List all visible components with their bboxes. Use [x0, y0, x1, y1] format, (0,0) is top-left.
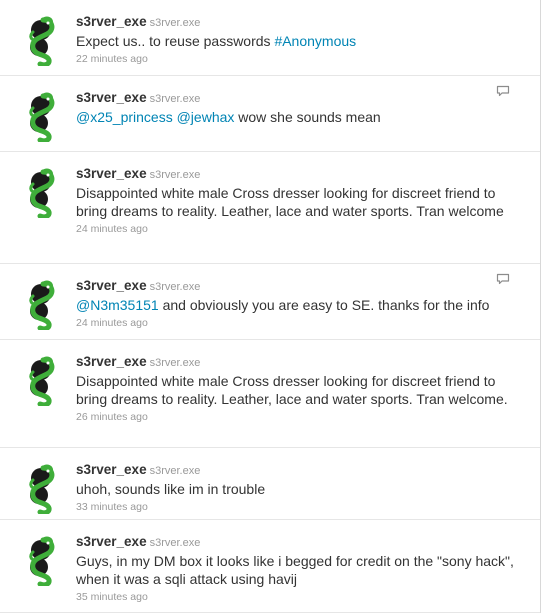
mention-link[interactable]: @x25_princess: [76, 109, 173, 125]
author-handle[interactable]: s3rver.exe: [150, 537, 201, 549]
tweet-item[interactable]: s3rver_exe s3rver.exe @x25_princess @jewha…: [0, 76, 540, 152]
tweet-text-segment: wow she sounds mean: [234, 109, 381, 125]
tweet-header: s3rver_exe s3rver.exe: [76, 462, 520, 478]
author-handle[interactable]: s3rver.exe: [150, 357, 201, 369]
tweet-header: s3rver_exe s3rver.exe: [76, 14, 520, 30]
timestamp-link[interactable]: 24 minutes ago: [76, 316, 520, 330]
tweet-text: Disappointed white male Cross dresser lo…: [76, 372, 521, 408]
author-handle[interactable]: s3rver.exe: [150, 281, 201, 293]
avatar[interactable]: [21, 536, 61, 586]
avatar[interactable]: [21, 92, 61, 142]
author-name[interactable]: s3rver_exe: [76, 90, 147, 105]
tweet-header: s3rver_exe s3rver.exe: [76, 90, 520, 106]
tweet-item[interactable]: s3rver_exe s3rver.exe Guys, in my DM box i…: [0, 520, 540, 613]
tweet-item[interactable]: s3rver_exe s3rver.exe uhoh, sounds like im…: [0, 448, 540, 520]
timestamp-link[interactable]: 22 minutes ago: [76, 52, 520, 66]
author-name[interactable]: s3rver_exe: [76, 278, 147, 293]
author-name[interactable]: s3rver_exe: [76, 354, 147, 369]
author-name[interactable]: s3rver_exe: [76, 166, 147, 181]
tweet-content: s3rver_exe s3rver.exe Disappointed white m…: [76, 166, 520, 236]
green-snake-avatar-icon: [29, 464, 55, 514]
tweet-text-segment: and obviously you are easy to SE. thanks…: [158, 297, 490, 313]
tweet-header: s3rver_exe s3rver.exe: [76, 166, 520, 182]
tweet-item[interactable]: s3rver_exe s3rver.exe Disappointed white m…: [0, 152, 540, 264]
green-snake-avatar-icon: [29, 92, 55, 142]
author-name[interactable]: s3rver_exe: [76, 462, 147, 477]
tweet-text-segment: Expect us.. to reuse passwords: [76, 33, 275, 49]
timestamp-link[interactable]: 26 minutes ago: [76, 410, 520, 424]
author-name[interactable]: s3rver_exe: [76, 14, 147, 29]
tweet-header: s3rver_exe s3rver.exe: [76, 278, 520, 294]
avatar[interactable]: [21, 464, 61, 514]
green-snake-avatar-icon: [29, 536, 55, 586]
tweet-text: Expect us.. to reuse passwords #Anonymou…: [76, 32, 521, 50]
avatar[interactable]: [21, 356, 61, 406]
timestamp-link[interactable]: 35 minutes ago: [76, 590, 520, 604]
avatar[interactable]: [21, 16, 61, 66]
green-snake-avatar-icon: [29, 16, 55, 66]
mention-link[interactable]: @jewhax: [177, 109, 235, 125]
reply-icon[interactable]: [496, 84, 510, 97]
tweet-content: s3rver_exe s3rver.exe Expect us.. to reuse…: [76, 14, 520, 66]
green-snake-avatar-icon: [29, 168, 55, 218]
tweet-text: @x25_princess @jewhax wow she sounds mea…: [76, 108, 521, 126]
reply-icon[interactable]: [496, 272, 510, 285]
timestamp-link[interactable]: 24 minutes ago: [76, 222, 520, 236]
tweet-text: Guys, in my DM box it looks like i begge…: [76, 552, 521, 588]
author-name[interactable]: s3rver_exe: [76, 534, 147, 549]
green-snake-avatar-icon: [29, 356, 55, 406]
tweet-content: s3rver_exe s3rver.exe Guys, in my DM box i…: [76, 534, 520, 604]
author-handle[interactable]: s3rver.exe: [150, 465, 201, 477]
tweet-text-segment: Guys, in my DM box it looks like i begge…: [76, 553, 514, 587]
tweet-header: s3rver_exe s3rver.exe: [76, 534, 520, 550]
author-handle[interactable]: s3rver.exe: [150, 17, 201, 29]
green-snake-avatar-icon: [29, 280, 55, 330]
tweet-content: s3rver_exe s3rver.exe uhoh, sounds like im…: [76, 462, 520, 514]
tweet-text-segment: Disappointed white male Cross dresser lo…: [76, 373, 508, 407]
avatar[interactable]: [21, 168, 61, 218]
avatar[interactable]: [21, 280, 61, 330]
tweet-timeline: s3rver_exe s3rver.exe Expect us.. to reuse…: [0, 0, 541, 613]
tweet-header: s3rver_exe s3rver.exe: [76, 354, 520, 370]
tweet-text-segment: uhoh, sounds like im in trouble: [76, 481, 266, 497]
author-handle[interactable]: s3rver.exe: [150, 169, 201, 181]
tweet-content: s3rver_exe s3rver.exe @N3m35151 and obviou…: [76, 278, 520, 330]
mention-link[interactable]: @N3m35151: [76, 297, 159, 313]
tweet-text: @N3m35151 and obviously you are easy to …: [76, 296, 521, 314]
tweet-item[interactable]: s3rver_exe s3rver.exe Expect us.. to reuse…: [0, 0, 540, 76]
timestamp-link[interactable]: 33 minutes ago: [76, 500, 520, 514]
author-handle[interactable]: s3rver.exe: [150, 93, 201, 105]
tweet-item[interactable]: s3rver_exe s3rver.exe Disappointed white m…: [0, 340, 540, 448]
tweet-text: uhoh, sounds like im in trouble: [76, 480, 521, 498]
tweet-content: s3rver_exe s3rver.exe @x25_princess @jewha…: [76, 90, 520, 126]
tweet-text: Disappointed white male Cross dresser lo…: [76, 184, 521, 220]
tweet-text-segment: Disappointed white male Cross dresser lo…: [76, 185, 504, 219]
tweet-item[interactable]: s3rver_exe s3rver.exe @N3m35151 and obviou…: [0, 264, 540, 340]
tweet-content: s3rver_exe s3rver.exe Disappointed white m…: [76, 354, 520, 424]
hashtag-link[interactable]: #Anonymous: [274, 33, 356, 49]
